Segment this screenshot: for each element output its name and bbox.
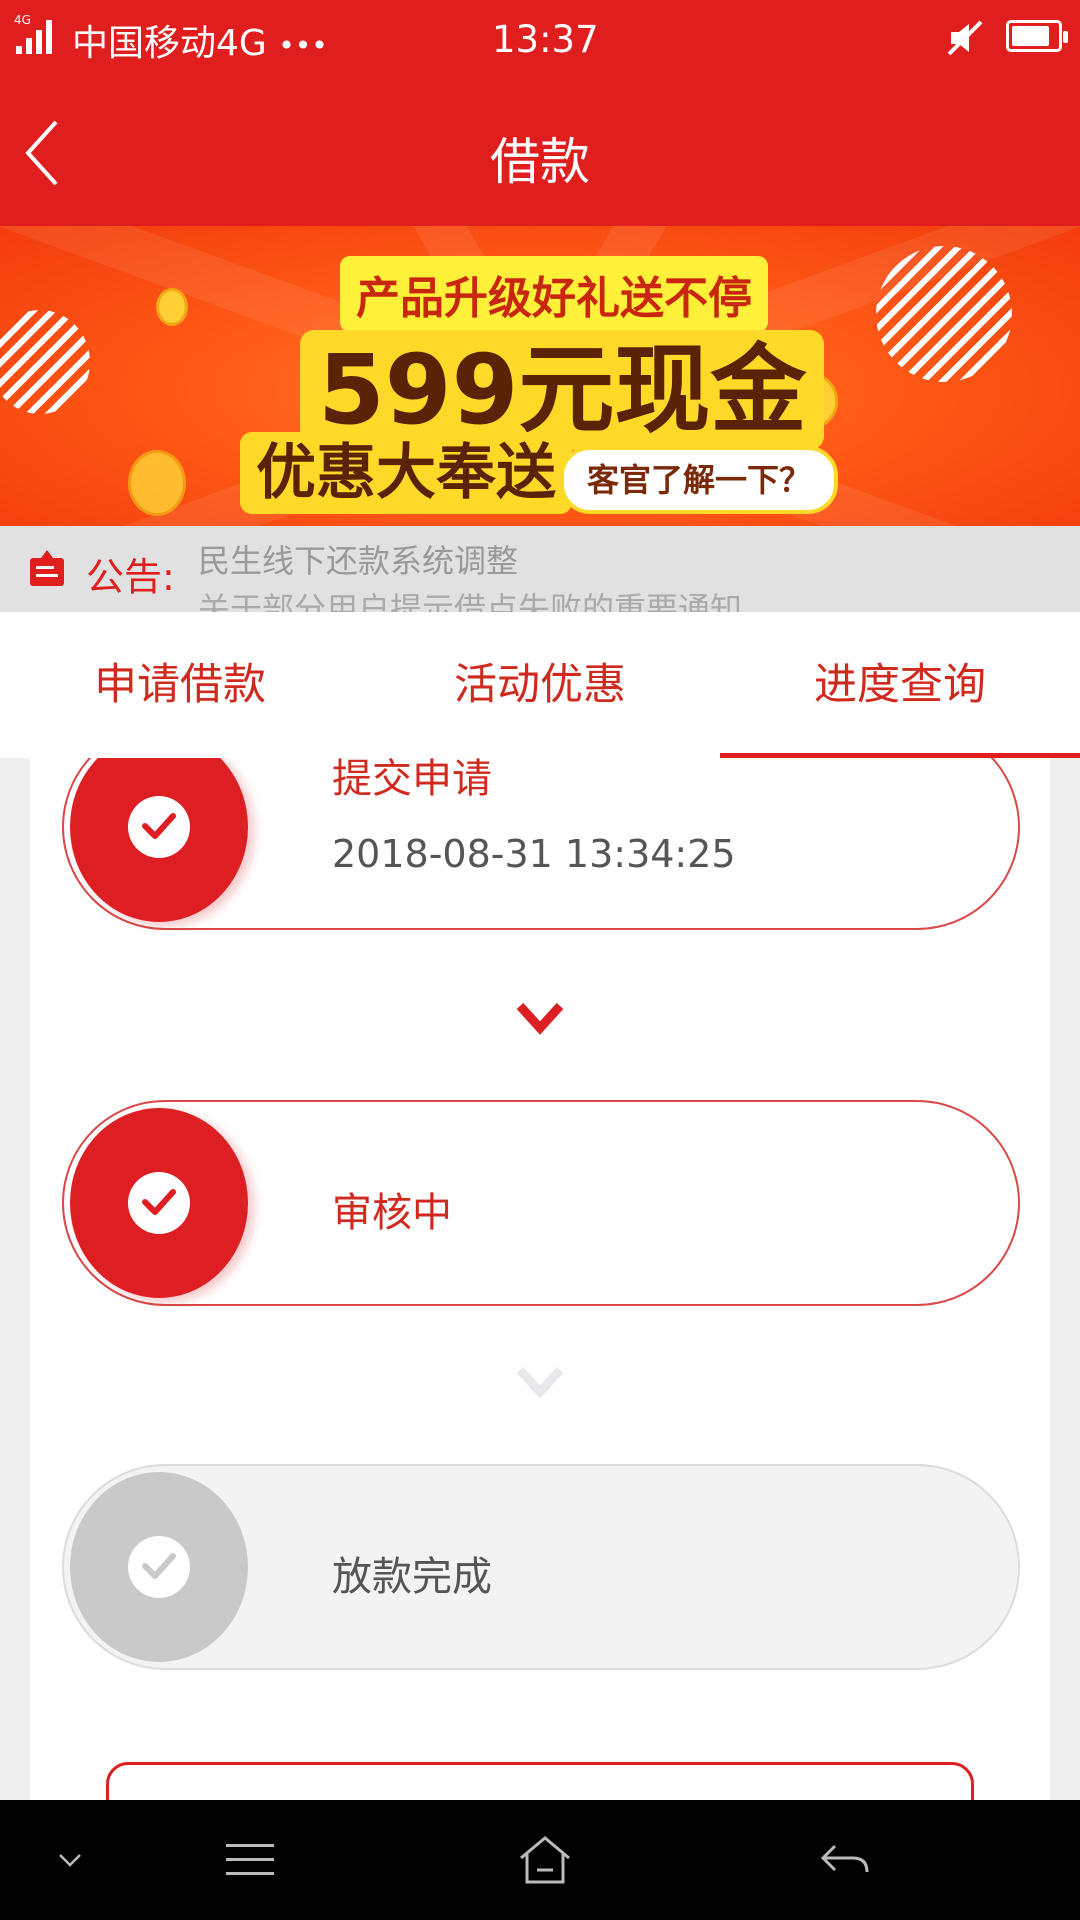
- chevron-down-icon: [59, 1854, 81, 1867]
- tab-apply-loan[interactable]: 申请借款: [0, 612, 360, 758]
- progress-panel: 提交申请 2018-08-31 13:34:25 审核中 放款完成: [30, 758, 1050, 1800]
- status-bar: 4G 中国移动4G ••• 13:37: [0, 0, 1080, 80]
- home-icon: [520, 1836, 570, 1884]
- nav-menu-button[interactable]: [210, 1800, 290, 1920]
- check-icon: [128, 1172, 190, 1234]
- more-indicator: •••: [278, 29, 328, 62]
- step-status-circle: [70, 758, 248, 922]
- tab-promotions[interactable]: 活动优惠: [360, 612, 720, 758]
- step-status-circle: [70, 1108, 248, 1298]
- menu-icon: [226, 1844, 274, 1875]
- check-icon: [128, 1536, 190, 1598]
- step-timestamp: 2018-08-31 13:34:25: [332, 832, 736, 876]
- decor-coin: [156, 288, 188, 326]
- signal-icon: 4G: [14, 12, 64, 56]
- back-arrow-icon: [820, 1844, 869, 1873]
- step-name: 审核中: [332, 1190, 452, 1236]
- carrier-name: 中国移动4G •••: [72, 23, 328, 64]
- mute-icon: [945, 18, 985, 58]
- tab-bar: 申请借款 活动优惠 进度查询: [0, 612, 1080, 758]
- announcement-icon: [28, 548, 66, 588]
- step-under-review: 审核中: [62, 1100, 1020, 1306]
- banner-subline: 优惠大奉送: [240, 432, 572, 514]
- decor-coin: [128, 450, 186, 516]
- step-submit-application: 提交申请 2018-08-31 13:34:25: [62, 758, 1020, 930]
- chevron-down-icon: [516, 1366, 564, 1399]
- clock: 13:37: [492, 18, 599, 61]
- announcement-label: 公告:: [86, 555, 175, 599]
- nav-home-button[interactable]: [500, 1800, 590, 1920]
- app-header: 借款: [0, 80, 1080, 226]
- step-name: 提交申请: [332, 758, 492, 802]
- tab-progress-query[interactable]: 进度查询: [720, 612, 1080, 758]
- battery-icon: [1006, 20, 1068, 52]
- chevron-down-icon: [516, 1002, 564, 1035]
- decor-circle: [876, 246, 1012, 382]
- page-title: 借款: [490, 133, 590, 191]
- announcement-message[interactable]: 关于部分用户提示借点失败的重要通知: [198, 584, 742, 612]
- banner-headline: 产品升级好礼送不停: [340, 256, 768, 332]
- step-loan-disbursed: 放款完成: [62, 1464, 1020, 1670]
- decor-circle: [0, 310, 90, 414]
- step-name: 放款完成: [332, 1554, 492, 1600]
- promo-banner[interactable]: ¥ 产品升级好礼送不停 599元现金 优惠大奉送 客官了解一下？: [0, 226, 1080, 526]
- announcement-message[interactable]: 民生线下还款系统调整: [198, 536, 518, 582]
- banner-learn-more-button[interactable]: 客官了解一下？: [560, 446, 838, 514]
- nav-collapse-button[interactable]: [40, 1800, 100, 1920]
- nav-back-button[interactable]: [800, 1800, 890, 1920]
- step-status-circle: [70, 1472, 248, 1662]
- signal-badge: 4G: [14, 13, 31, 27]
- check-icon: [128, 796, 190, 858]
- action-button[interactable]: [106, 1762, 974, 1800]
- system-nav-bar: [0, 1800, 1080, 1920]
- announcement-bar[interactable]: 公告: 民生线下还款系统调整 关于部分用户提示借点失败的重要通知: [0, 526, 1080, 612]
- battery-level: [1012, 26, 1050, 46]
